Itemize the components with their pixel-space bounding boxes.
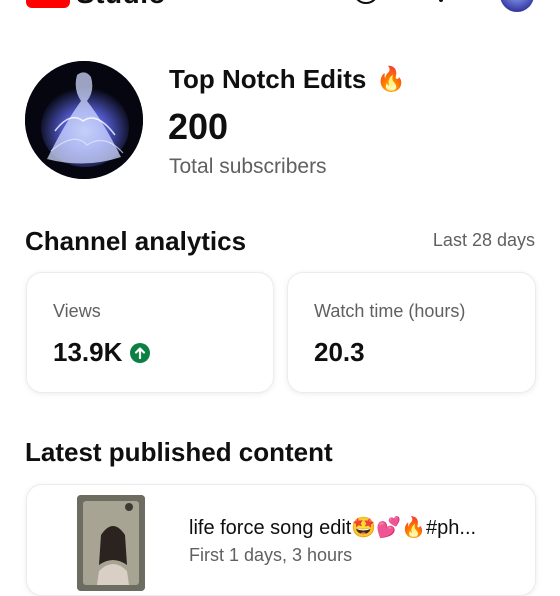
views-value-row: 13.9K [53, 337, 151, 368]
channel-avatar[interactable] [25, 61, 143, 179]
latest-video-card[interactable]: life force song edit🤩💕🔥#ph... First 1 da… [26, 484, 536, 596]
fire-icon: 🔥 [376, 66, 407, 93]
logo-text: Studio [76, 0, 166, 10]
watch-time-value: 20.3 [314, 337, 365, 367]
video-thumbnail[interactable] [77, 495, 145, 591]
watch-time-value-row: 20.3 [314, 337, 365, 368]
channel-avatar-art-icon [25, 61, 143, 179]
channel-title-row: Top Notch Edits 🔥 [169, 64, 406, 95]
trend-up-icon [130, 342, 151, 363]
youtube-logo-icon[interactable] [26, 0, 70, 8]
analytics-title: Channel analytics [25, 226, 247, 256]
watch-time-card[interactable]: Watch time (hours) 20.3 [287, 272, 536, 393]
help-icon[interactable] [353, 0, 379, 4]
views-value: 13.9K [53, 337, 123, 367]
video-title: life force song edit🤩💕🔥#ph... [189, 517, 477, 539]
video-thumbnail-image-icon [77, 495, 145, 591]
account-avatar[interactable] [500, 0, 534, 12]
notifications-icon[interactable] [428, 0, 454, 8]
watch-time-label: Watch time (hours) [314, 301, 466, 321]
latest-content-title: Latest published content [25, 437, 333, 467]
views-label: Views [53, 301, 101, 321]
channel-name: Top Notch Edits [169, 64, 367, 94]
subscriber-count: 200 [168, 106, 229, 147]
top-app-bar: Studio [0, 0, 560, 12]
views-card[interactable]: Views 13.9K [26, 272, 274, 393]
video-age: First 1 days, 3 hours [189, 545, 353, 565]
analytics-range: Last 28 days [432, 230, 535, 250]
subscriber-label: Total subscribers [169, 155, 327, 178]
